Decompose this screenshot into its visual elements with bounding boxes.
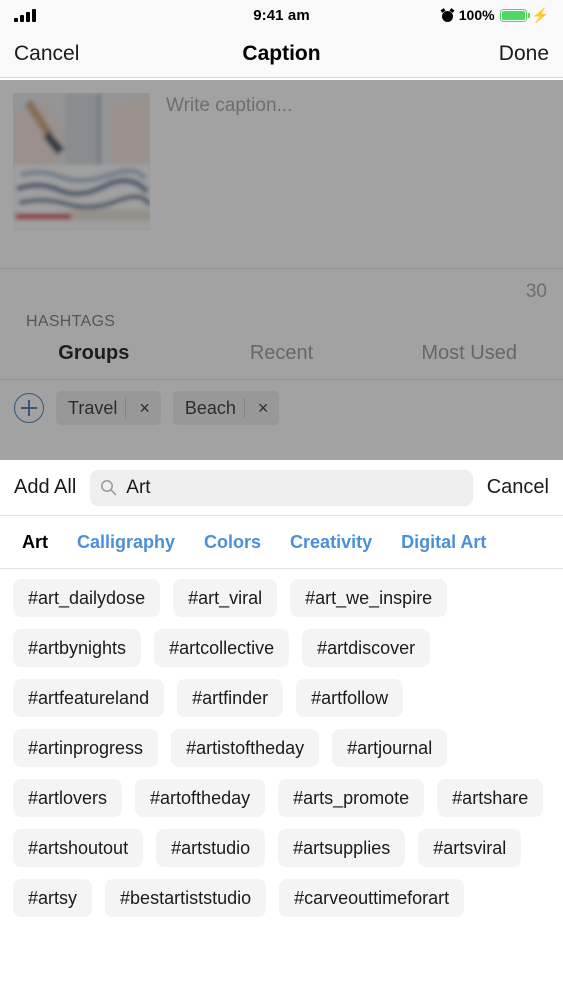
tab-recent[interactable]: Recent [188, 342, 376, 365]
hashtag-chip[interactable]: #artdiscover [302, 629, 431, 667]
hashtag-chip[interactable]: #art_we_inspire [290, 579, 448, 617]
hashtag-chip[interactable]: #art_dailydose [13, 579, 161, 617]
hashtag-chip[interactable]: #art_viral [173, 579, 278, 617]
category-tab-digital-art[interactable]: Digital Art [401, 532, 486, 553]
group-chip-label: Beach [184, 397, 236, 418]
search-input-value: Art [126, 476, 151, 498]
hashtag-chip[interactable]: #artinprogress [13, 729, 159, 767]
search-input[interactable]: Art [90, 469, 473, 506]
status-bar-right: 100% ⚡ [440, 7, 549, 23]
battery-percent-label: 100% [458, 7, 495, 23]
chip-divider [243, 398, 245, 418]
caption-meta-row: 30 HASHTAGS [0, 268, 563, 330]
search-icon [101, 480, 117, 496]
character-counter: 30 [525, 281, 547, 302]
group-chip-label: Travel [68, 397, 118, 418]
add-all-button[interactable]: Add All [14, 476, 76, 499]
hashtag-chip[interactable]: #artstudio [156, 829, 266, 867]
category-tab-colors[interactable]: Colors [204, 532, 261, 553]
done-button[interactable]: Done [499, 42, 549, 66]
hashtag-grid: #art_dailydose #art_viral #art_we_inspire #… [0, 569, 563, 917]
nav-bar: Cancel Caption Done [0, 30, 563, 78]
caption-editor: Write caption... [0, 78, 563, 268]
hashtag-chip[interactable]: #arts_promote [278, 779, 425, 817]
group-chip-row: Travel × Beach × [0, 380, 563, 436]
group-chip-beach[interactable]: Beach × [172, 391, 280, 425]
hashtag-chip[interactable]: #artsupplies [278, 829, 406, 867]
phone-screen: 9:41 am 100% ⚡ Cancel Caption Done Write… [0, 0, 563, 1000]
page-title: Caption [242, 41, 321, 65]
hashtag-chip[interactable]: #artoftheday [135, 779, 266, 817]
hashtag-picker-sheet: Add All Art Cancel Art Calligraphy Color… [0, 460, 563, 1000]
thumbnail-image [13, 93, 150, 230]
hashtag-chip[interactable]: #artsy [13, 879, 93, 917]
hashtag-chip[interactable]: #artfeatureland [13, 679, 165, 717]
hashtags-section-label: HASHTAGS [26, 313, 116, 330]
hashtag-chip[interactable]: #artfollow [296, 679, 404, 717]
tab-groups[interactable]: Groups [0, 342, 188, 365]
hashtag-chip[interactable]: #artlovers [13, 779, 123, 817]
hashtag-chip[interactable]: #artsviral [418, 829, 522, 867]
category-tab-creativity[interactable]: Creativity [290, 532, 372, 553]
group-tab-bar: Groups Recent Most Used [0, 328, 563, 380]
hashtag-chip[interactable]: #artcollective [154, 629, 290, 667]
hashtag-chip[interactable]: #artshoutout [13, 829, 144, 867]
hashtag-chip[interactable]: #carveouttimeforart [279, 879, 465, 917]
tab-most-used[interactable]: Most Used [375, 342, 563, 365]
hashtag-chip[interactable]: #artistoftheday [171, 729, 320, 767]
status-bar: 9:41 am 100% ⚡ [0, 0, 563, 30]
category-tab-art[interactable]: Art [22, 532, 48, 553]
post-thumbnail[interactable] [13, 93, 150, 230]
hashtag-chip[interactable]: #artjournal [332, 729, 448, 767]
close-icon[interactable]: × [253, 398, 274, 419]
search-cancel-button[interactable]: Cancel [487, 476, 549, 499]
group-chip-travel[interactable]: Travel × [56, 391, 161, 425]
chip-divider [125, 398, 127, 418]
close-icon[interactable]: × [134, 398, 155, 419]
plus-circle-icon[interactable] [14, 393, 44, 423]
battery-full-icon [499, 8, 530, 22]
hashtag-chip[interactable]: #artfinder [177, 679, 284, 717]
category-tab-calligraphy[interactable]: Calligraphy [77, 532, 175, 553]
hashtag-chip[interactable]: #artbynights [13, 629, 142, 667]
hashtag-chip[interactable]: #bestartiststudio [105, 879, 267, 917]
search-row: Add All Art Cancel [0, 460, 563, 516]
caption-input[interactable]: Write caption... [166, 95, 292, 117]
hashtag-chip[interactable]: #artshare [437, 779, 544, 817]
lightning-bolt-icon: ⚡ [531, 7, 549, 23]
category-tab-bar[interactable]: Art Calligraphy Colors Creativity Digita… [0, 516, 563, 569]
alarm-clock-icon [440, 7, 455, 22]
